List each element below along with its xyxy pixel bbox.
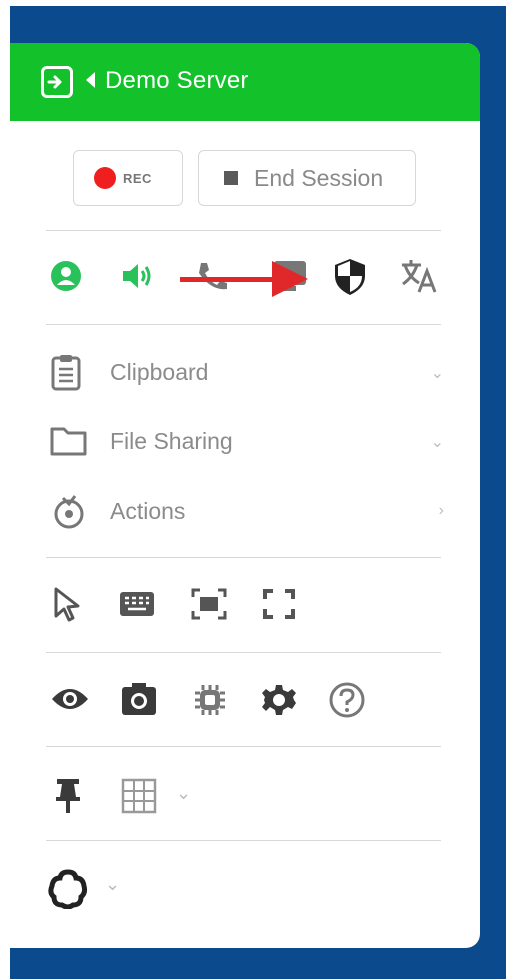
translate-icon[interactable] (399, 257, 439, 300)
menu-item-clipboard[interactable]: Clipboard ⌄ (50, 353, 450, 393)
clipboard-icon (50, 353, 82, 396)
grid-layout-icon[interactable] (121, 778, 157, 819)
record-button[interactable]: REC (73, 150, 183, 206)
fit-screen-icon[interactable] (191, 588, 227, 625)
divider (46, 324, 441, 325)
menu-item-label: Clipboard (110, 359, 209, 385)
actions-icon (52, 492, 86, 535)
exit-icon[interactable] (41, 66, 73, 98)
shield-icon[interactable] (332, 257, 368, 302)
eye-icon[interactable] (50, 685, 90, 718)
chevron-down-icon[interactable]: ⌄ (176, 783, 191, 804)
annotation-arrow-shaft (180, 277, 280, 282)
divider (46, 230, 441, 231)
camera-icon[interactable] (120, 681, 158, 722)
chevron-down-icon: ⌄ (430, 365, 444, 382)
divider (46, 652, 441, 653)
panel-header[interactable]: Demo Server (10, 43, 480, 121)
session-panel: Demo Server REC End Session Clipboard ⌄ … (10, 43, 480, 948)
pin-icon[interactable] (54, 777, 82, 820)
record-dot-icon (94, 167, 116, 189)
caret-left-icon (86, 72, 95, 88)
record-label: REC (123, 170, 152, 186)
chevron-down-icon: ⌄ (430, 434, 444, 451)
stop-icon (224, 171, 238, 185)
server-title: Demo Server (105, 67, 249, 94)
annotation-arrow-head (272, 261, 308, 297)
pointer-icon[interactable] (52, 586, 82, 627)
speaker-icon[interactable] (120, 261, 154, 296)
user-icon[interactable] (50, 260, 82, 297)
end-session-label: End Session (254, 164, 384, 191)
app-logo-icon[interactable] (48, 869, 88, 914)
folder-icon (50, 425, 88, 462)
menu-item-actions[interactable]: Actions › (50, 492, 450, 532)
divider (46, 746, 441, 747)
chip-icon[interactable] (193, 683, 227, 722)
help-icon[interactable] (328, 681, 366, 724)
chevron-down-icon[interactable]: ⌄ (105, 874, 120, 895)
divider (46, 557, 441, 558)
gear-icon[interactable] (262, 683, 296, 722)
end-session-button[interactable]: End Session (198, 150, 416, 206)
menu-item-file-sharing[interactable]: File Sharing ⌄ (50, 422, 450, 462)
chevron-right-icon: › (438, 502, 444, 519)
keyboard-icon[interactable] (119, 591, 155, 622)
divider (46, 840, 441, 841)
menu-item-label: File Sharing (110, 428, 233, 454)
menu-item-label: Actions (110, 498, 186, 524)
fullscreen-icon[interactable] (263, 589, 295, 624)
